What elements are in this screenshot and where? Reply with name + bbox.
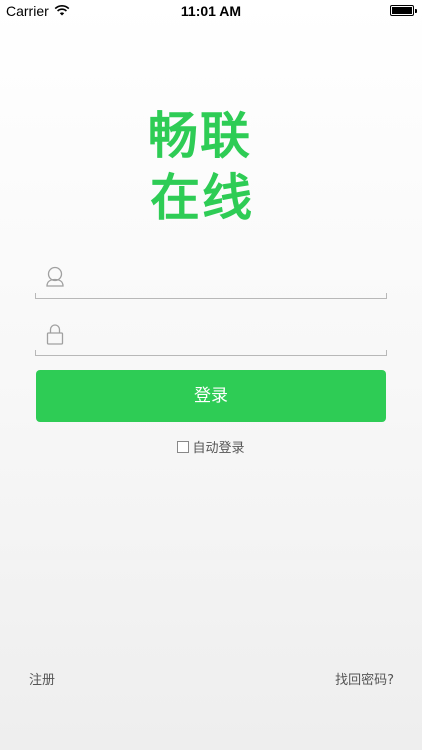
user-icon bbox=[45, 266, 65, 288]
password-input[interactable] bbox=[79, 318, 379, 350]
auto-login-label: 自动登录 bbox=[192, 441, 245, 456]
username-field bbox=[35, 255, 387, 299]
app-logo: 畅联 在线 bbox=[148, 105, 278, 229]
password-field bbox=[35, 312, 387, 356]
auto-login-option[interactable]: 自动登录 bbox=[0, 437, 422, 456]
battery-fill bbox=[392, 7, 412, 14]
register-link[interactable]: 注册 bbox=[29, 669, 55, 688]
status-bar: Carrier 11:01 AM bbox=[0, 0, 422, 22]
auto-login-checkbox[interactable] bbox=[177, 440, 190, 453]
logo-line-1: 畅联 bbox=[148, 107, 252, 165]
lock-icon bbox=[45, 323, 65, 345]
username-input[interactable] bbox=[79, 261, 379, 293]
battery-icon bbox=[390, 5, 417, 16]
logo-line-2: 在线 bbox=[150, 169, 254, 227]
status-time: 11:01 AM bbox=[180, 3, 242, 19]
login-button[interactable]: 登录 bbox=[36, 370, 386, 422]
forgot-password-link[interactable]: 找回密码? bbox=[335, 669, 394, 688]
